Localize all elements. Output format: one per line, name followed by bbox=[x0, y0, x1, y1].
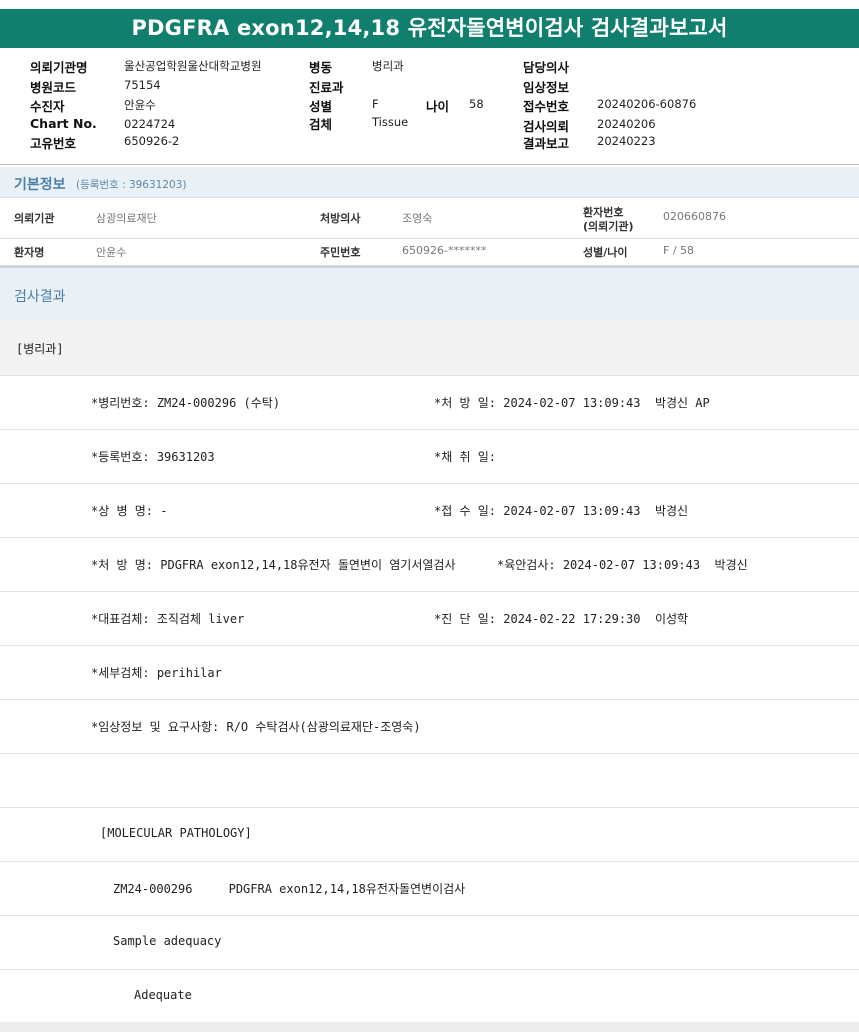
header-value-age: 58 bbox=[469, 97, 484, 111]
result-row-empty bbox=[0, 754, 859, 808]
department-label: [병리과] bbox=[16, 342, 64, 356]
header-divider bbox=[0, 164, 859, 165]
result-row-detail-specimen: *세부검체: perihilar bbox=[0, 646, 859, 700]
result-collection-date: *채 취 일: bbox=[434, 450, 497, 464]
result-title: 검사결과 bbox=[14, 289, 66, 305]
header-label-physician: 담당의사 bbox=[523, 60, 570, 75]
header-label-clinical-info: 임상정보 bbox=[523, 80, 570, 95]
basic-info-row-1: 의뢰기관 삼광의료재단 처방의사 조영숙 환자번호 (의뢰기관) 0206608… bbox=[0, 198, 859, 239]
header-label-unique-no: 고유번호 bbox=[30, 136, 77, 151]
header-value-test-request: 20240206 bbox=[597, 117, 656, 131]
result-prescription-name: *처 방 명: PDGFRA exon12,14,18유전자 돌연변이 염기서열… bbox=[91, 558, 456, 572]
result-row-specimen: *대표검체: 조직검체 liver *진 단 일: 2024-02-22 17:… bbox=[0, 592, 859, 646]
result-clinical-info: *임상정보 및 요구사항: R/O 수탁검사(삼광의료재단-조영숙) bbox=[91, 720, 421, 734]
molecular-test-line: ZM24-000296 PDGFRA exon12,14,18유전자돌연변이검사 bbox=[113, 882, 466, 896]
header-label-requesting-org: 의뢰기관명 bbox=[30, 60, 88, 75]
header-value-sex: F bbox=[372, 97, 379, 111]
header-label-chart-no: Chart No. bbox=[30, 116, 97, 131]
result-row-prescription: *처 방 명: PDGFRA exon12,14,18유전자 돌연변이 염기서열… bbox=[0, 538, 859, 592]
basic-value-patient-name: 안윤수 bbox=[96, 246, 127, 259]
result-receipt-date: *접 수 일: 2024-02-07 13:09:43 박경신 bbox=[434, 504, 689, 518]
header-label-age: 나이 bbox=[426, 99, 450, 114]
basic-label-sex-age: 성별/나이 bbox=[583, 246, 628, 259]
header-label-sex: 성별 bbox=[309, 99, 333, 114]
result-row-registration-no: *등록번호: 39631203 *채 취 일: bbox=[0, 430, 859, 484]
molecular-pathology-header: [MOLECULAR PATHOLOGY] bbox=[100, 826, 252, 840]
basic-label-patient-no-sub: (의뢰기관) bbox=[583, 220, 634, 233]
result-section-header: 검사결과 bbox=[0, 266, 859, 323]
result-prescription-date: *처 방 일: 2024-02-07 13:09:43 박경신 AP bbox=[434, 396, 710, 410]
basic-label-patient-name: 환자명 bbox=[14, 246, 45, 259]
header-label-receipt-no: 접수번호 bbox=[523, 99, 570, 114]
header-value-receipt-no: 20240206-60876 bbox=[597, 97, 697, 111]
result-diagnosis-name: *상 병 명: - bbox=[91, 504, 168, 518]
bottom-scroll-edge bbox=[0, 1022, 859, 1032]
report-header-info: 의뢰기관명 울산공업학원울산대학교병원 병원코드 75154 수진자 안윤수 C… bbox=[0, 52, 859, 164]
basic-value-requesting-org: 삼광의료재단 bbox=[96, 212, 157, 225]
basic-label-prescribing-doctor: 처방의사 bbox=[320, 212, 361, 225]
basic-value-prescribing-doctor: 조영숙 bbox=[402, 212, 433, 225]
header-value-hospital-code: 75154 bbox=[124, 78, 161, 92]
result-diagnosis-date: *진 단 일: 2024-02-22 17:29:30 이성학 bbox=[434, 612, 689, 626]
result-row-molecular-header: [MOLECULAR PATHOLOGY] bbox=[0, 808, 859, 862]
sample-adequacy-value: Adequate bbox=[134, 988, 192, 1002]
result-row-sample-adequacy: Sample adequacy bbox=[0, 916, 859, 970]
result-registration-no: *등록번호: 39631203 bbox=[91, 450, 215, 464]
header-value-ward: 병리과 bbox=[372, 59, 404, 73]
header-label-ward: 병동 bbox=[309, 60, 333, 75]
basic-value-sex-age: F / 58 bbox=[663, 244, 695, 257]
header-label-result-report: 결과보고 bbox=[523, 136, 570, 151]
header-label-specimen: 검체 bbox=[309, 117, 333, 132]
result-row-diagnosis: *상 병 명: - *접 수 일: 2024-02-07 13:09:43 박경… bbox=[0, 484, 859, 538]
result-representative-specimen: *대표검체: 조직검체 liver bbox=[91, 612, 245, 626]
header-value-unique-no: 650926-2 bbox=[124, 134, 180, 148]
sample-adequacy-label: Sample adequacy bbox=[113, 934, 222, 948]
basic-value-resident-no: 650926-******* bbox=[402, 244, 487, 257]
basic-value-patient-no: 020660876 bbox=[663, 210, 726, 223]
header-label-patient: 수진자 bbox=[30, 99, 65, 114]
header-value-specimen: Tissue bbox=[372, 115, 409, 129]
header-label-hospital-code: 병원코드 bbox=[30, 80, 77, 95]
report-title: PDGFRA exon12,14,18 유전자돌연변이검사 검사결과보고서 bbox=[0, 9, 859, 48]
header-value-chart-no: 0224724 bbox=[124, 117, 176, 131]
basic-label-requesting-org: 의뢰기관 bbox=[14, 212, 55, 225]
result-row-pathology-no: *병리번호: ZM24-000296 (수탁) *처 방 일: 2024-02-… bbox=[0, 376, 859, 430]
basic-info-title: 기본정보 bbox=[14, 177, 66, 193]
department-row: [병리과] bbox=[0, 321, 859, 376]
header-value-patient: 안윤수 bbox=[124, 98, 156, 112]
basic-info-registration: (등록번호 : 39631203) bbox=[76, 179, 187, 191]
header-value-requesting-org: 울산공업학원울산대학교병원 bbox=[124, 59, 262, 73]
header-value-result-report: 20240223 bbox=[597, 134, 656, 148]
result-row-molecular-test: ZM24-000296 PDGFRA exon12,14,18유전자돌연변이검사 bbox=[0, 862, 859, 916]
result-row-clinical-info: *임상정보 및 요구사항: R/O 수탁검사(삼광의료재단-조영숙) bbox=[0, 700, 859, 754]
result-pathology-no: *병리번호: ZM24-000296 (수탁) bbox=[91, 396, 281, 410]
result-detail-specimen: *세부검체: perihilar bbox=[91, 666, 222, 680]
result-gross-exam: *육안검사: 2024-02-07 13:09:43 박경신 bbox=[497, 558, 748, 572]
basic-info-section-header: 기본정보 (등록번호 : 39631203) bbox=[0, 167, 859, 198]
basic-label-resident-no: 주민번호 bbox=[320, 246, 361, 259]
result-row-adequate: Adequate bbox=[0, 970, 859, 1024]
basic-info-row-2: 환자명 안윤수 주민번호 650926-******* 성별/나이 F / 58 bbox=[0, 239, 859, 266]
header-label-department: 진료과 bbox=[309, 80, 344, 95]
